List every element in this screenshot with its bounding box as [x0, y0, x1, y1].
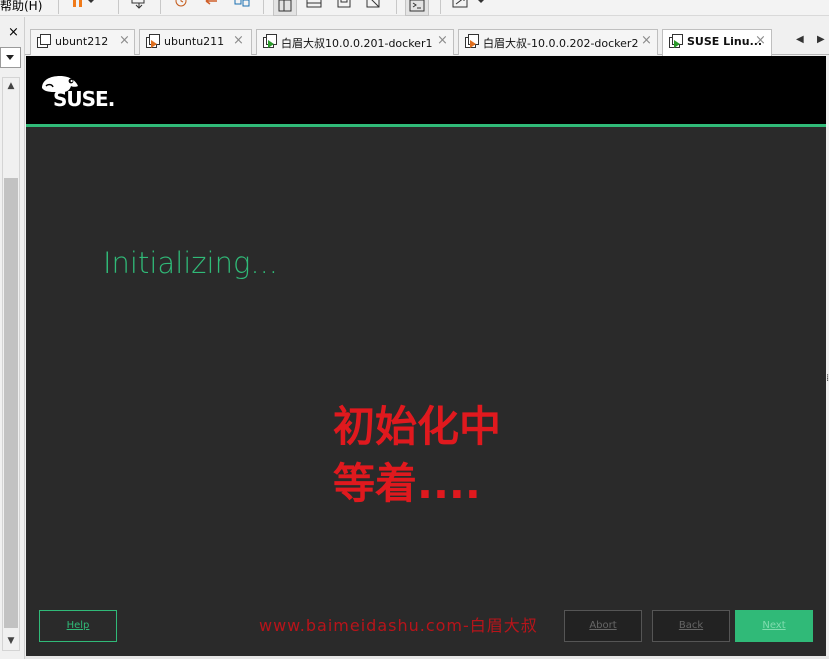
tab-docker2[interactable]: 白眉大叔-10.0.0.202-docker2 ×: [458, 29, 658, 55]
host-toolbar: 帮助(H): [0, 0, 829, 16]
help-menu[interactable]: 帮助(H): [0, 0, 42, 14]
watermark: www.baimeidashu.com-白眉大叔: [259, 616, 538, 635]
library-dropdown[interactable]: [0, 47, 21, 68]
close-tab-icon[interactable]: ×: [119, 33, 130, 48]
installer-header: SUSE.: [26, 56, 826, 124]
running-icon: [151, 40, 157, 48]
running-icon: [674, 40, 680, 48]
tab-ubunt212[interactable]: ubunt212 ×: [30, 29, 135, 55]
fullscreen-icon[interactable]: [335, 0, 355, 12]
toolbar-separator: [396, 0, 397, 14]
chevron-down-icon: [6, 55, 14, 60]
help-button[interactable]: Help: [39, 610, 117, 642]
scroll-down-icon[interactable]: ▼: [3, 633, 19, 650]
close-tab-icon[interactable]: ×: [641, 33, 652, 48]
header-accent-line: [26, 124, 826, 127]
console-view-icon[interactable]: [305, 0, 325, 12]
unity-icon[interactable]: [365, 0, 385, 12]
tab-docker1[interactable]: 白眉大叔10.0.0.201-docker1 ×: [256, 29, 454, 55]
tab-label: SUSE Linu...: [687, 35, 763, 48]
vm-tab-bar: ubunt212 × ubuntu211 × 白眉大叔10.0.0.201-do…: [25, 27, 829, 56]
annotation-line-1: 初始化中: [333, 402, 502, 451]
scrollbar-thumb[interactable]: [4, 178, 18, 628]
send-keys-icon[interactable]: [130, 0, 150, 12]
suse-logo-text: SUSE.: [53, 87, 115, 111]
toolbar-separator: [58, 0, 59, 14]
revert-snapshot-icon[interactable]: [203, 0, 223, 12]
tab-label: 白眉大叔-10.0.0.202-docker2: [483, 37, 639, 50]
library-scrollbar[interactable]: ▲ ▼: [2, 77, 20, 651]
scroll-up-icon[interactable]: ▲: [3, 78, 19, 95]
terminal-button[interactable]: [405, 0, 429, 16]
annotation-line-2: 等着....: [333, 459, 481, 508]
snapshot-manager-icon[interactable]: [233, 0, 253, 12]
tab-label: ubunt212: [55, 35, 109, 48]
library-view-button[interactable]: [273, 0, 297, 16]
stretch-icon[interactable]: [452, 0, 488, 12]
toolbar-separator: [160, 0, 161, 14]
tab-ubuntu211[interactable]: ubuntu211 ×: [139, 29, 252, 55]
snapshot-icon[interactable]: [172, 0, 192, 12]
tab-suse-linux[interactable]: SUSE Linu... ×: [662, 29, 772, 56]
vm-icon: [37, 34, 51, 48]
tab-scroll-right-icon[interactable]: ▶: [817, 34, 825, 45]
tab-label: ubuntu211: [164, 35, 225, 48]
toolbar-separator: [263, 0, 264, 14]
library-panel: × ▲ ▼: [0, 17, 25, 659]
running-icon: [268, 40, 274, 48]
tab-label: 白眉大叔10.0.0.201-docker1: [281, 37, 433, 50]
abort-button[interactable]: Abort: [564, 610, 642, 642]
close-tab-icon[interactable]: ×: [437, 33, 448, 48]
vm-console[interactable]: SUSE. Initializing... 初始化中 等着.... www.ba…: [26, 56, 826, 656]
running-icon: [470, 40, 476, 48]
tab-scroll-left-icon[interactable]: ◀: [796, 34, 804, 45]
pause-icon[interactable]: [72, 0, 98, 12]
status-text: Initializing...: [103, 246, 279, 280]
toolbar-separator: [440, 0, 441, 14]
close-tab-icon[interactable]: ×: [755, 33, 766, 48]
toolbar-separator: [118, 0, 119, 14]
back-button[interactable]: Back: [652, 610, 730, 642]
close-tab-icon[interactable]: ×: [233, 33, 244, 48]
close-library-icon[interactable]: ×: [8, 25, 19, 40]
next-button[interactable]: Next: [735, 610, 813, 642]
